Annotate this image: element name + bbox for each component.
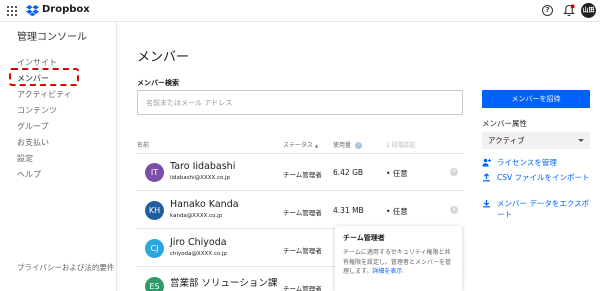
member-email: kanda@XXXX.co.jp <box>170 213 223 219</box>
member-name[interactable]: 営業部 ソリューション課 <box>170 275 277 289</box>
logo-text: Dropbox <box>42 4 90 15</box>
avatar: CJ <box>145 239 164 258</box>
invite-member-button[interactable]: メンバーを招待 <box>482 90 590 108</box>
member-name[interactable]: Jiro Chiyoda <box>170 237 227 248</box>
import-csv-label: CSV ファイルをインポート <box>497 173 590 182</box>
import-csv-link[interactable]: CSV ファイルをインポート <box>482 172 594 183</box>
top-bar: Dropbox ? 山田 <box>0 0 600 22</box>
sidebar-title: 管理コンソール <box>17 32 87 43</box>
table-row[interactable]: IT Taro Iidabashi iidabashi@XXXX.co.jp チ… <box>137 154 463 191</box>
main-content: メンバー メンバー検索 メンバーを招待 メンバー属性 アクティブ ライセンスを管… <box>118 22 600 291</box>
member-usage: 4.31 MB <box>333 206 364 215</box>
avatar: ES <box>145 277 164 291</box>
column-header-usage-label: 使用量 <box>333 142 352 149</box>
member-email: iidabashi@XXXX.co.jp <box>170 175 231 181</box>
role-tooltip: チーム管理者 チームに適用するセキュリティ権限と共有権限を設定し、管理者とメンバ… <box>335 226 462 291</box>
member-attribute-value: アクティブ <box>488 136 525 145</box>
table-row[interactable]: KH Hanako Kanda kanda@XXXX.co.jp チーム管理者 … <box>137 192 463 229</box>
column-header-status-label: ステータス <box>283 142 314 149</box>
member-email: chiyoda@XXXX.co.jp <box>170 251 227 257</box>
member-status[interactable]: チーム管理者 <box>283 245 322 255</box>
sidebar-item-billing[interactable]: お支払い <box>17 137 49 148</box>
remove-member-icon[interactable]: × <box>450 206 458 214</box>
tooltip-body: チームに適用するセキュリティ権限と共有権限を設定し、管理者とメンバーを管理します… <box>343 248 454 277</box>
highlight-annotation <box>9 68 79 86</box>
sidebar-item-settings[interactable]: 設定 <box>17 153 33 164</box>
export-member-data-label: メンバー データをエクスポート <box>497 199 590 219</box>
app-grid-icon[interactable] <box>7 6 17 16</box>
remove-member-icon[interactable]: × <box>450 168 458 176</box>
member-status[interactable]: チーム管理者 <box>283 169 322 179</box>
sort-ascending-icon: ▲ <box>314 143 319 148</box>
dropbox-logo-icon <box>26 5 39 16</box>
manage-licenses-label: ライセンスを管理 <box>497 158 557 167</box>
tooltip-title: チーム管理者 <box>343 234 385 242</box>
search-label: メンバー検索 <box>137 79 179 87</box>
sidebar-privacy-link[interactable]: プライバシーおよび法的要件 <box>17 262 114 273</box>
help-icon[interactable]: ? <box>542 5 553 16</box>
page-title: メンバー <box>137 50 190 65</box>
member-attribute-select[interactable]: アクティブ <box>482 132 590 149</box>
download-icon <box>483 200 490 208</box>
column-header-usage[interactable]: 使用量 i <box>333 140 362 149</box>
user-avatar[interactable]: 山田 <box>581 3 596 18</box>
manage-licenses-link[interactable]: ライセンスを管理 <box>482 157 594 168</box>
member-status[interactable]: チーム管理者 <box>283 207 322 217</box>
member-name[interactable]: Taro Iidabashi <box>170 161 235 172</box>
sidebar-item-insights[interactable]: インサイト <box>17 57 57 68</box>
bell-icon[interactable] <box>563 4 575 17</box>
avatar: IT <box>145 163 164 182</box>
member-two-factor: • 任意 <box>386 207 408 216</box>
sidebar-item-help[interactable]: ヘルプ <box>17 169 41 180</box>
sidebar-item-groups[interactable]: グループ <box>17 121 49 132</box>
member-name[interactable]: Hanako Kanda <box>170 199 239 210</box>
member-attribute-label: メンバー属性 <box>482 119 527 128</box>
upload-icon <box>483 173 490 182</box>
export-member-data-link[interactable]: メンバー データをエクスポート <box>482 198 594 220</box>
column-header-two-factor: 2 段階認証 <box>386 142 416 149</box>
avatar: KH <box>145 201 164 220</box>
sidebar: 管理コンソール インサイト メンバー アクティビティ コンテンツ グループ お支… <box>0 22 117 291</box>
member-usage: 6.42 GB <box>333 168 364 177</box>
chevron-down-icon <box>578 139 584 142</box>
sidebar-item-activity[interactable]: アクティビティ <box>17 89 72 100</box>
member-two-factor: • 任意 <box>386 169 408 178</box>
tooltip-details-link[interactable]: 詳細を表示 <box>372 268 402 275</box>
member-status[interactable]: チーム管理者 <box>283 283 322 291</box>
sidebar-item-content[interactable]: コンテンツ <box>17 105 57 116</box>
column-header-name[interactable]: 名前 <box>137 140 149 149</box>
info-icon[interactable]: i <box>354 142 362 149</box>
column-header-status[interactable]: ステータス ▲ <box>283 140 318 149</box>
person-add-icon <box>482 158 491 167</box>
member-search-input[interactable] <box>137 90 463 115</box>
